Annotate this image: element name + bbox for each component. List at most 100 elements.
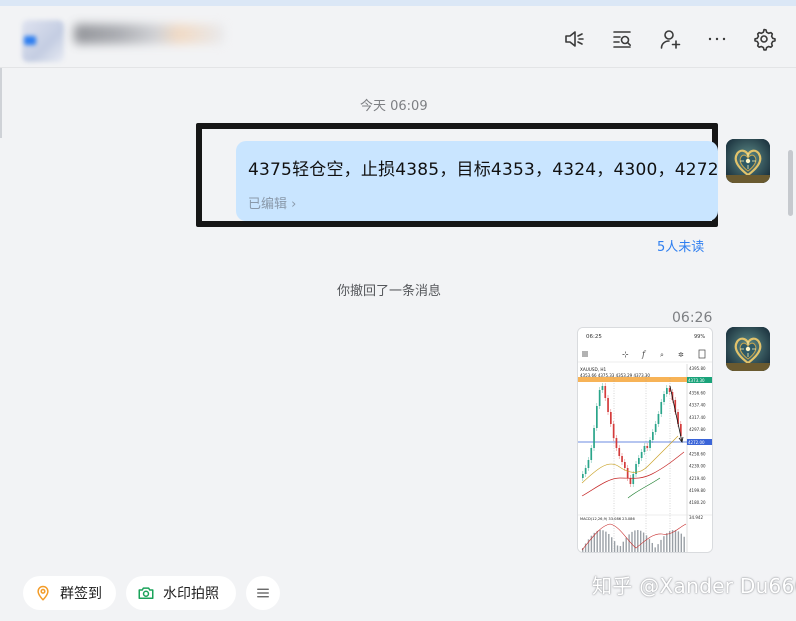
macd-bar bbox=[608, 533, 610, 552]
group-checkin-button[interactable]: 群签到 bbox=[23, 576, 116, 610]
price-axis-label: 4337.40 bbox=[689, 403, 706, 408]
candle-body bbox=[584, 468, 587, 474]
macd-bar bbox=[645, 535, 648, 552]
group-name[interactable] bbox=[74, 24, 224, 44]
macd-bar bbox=[657, 544, 659, 552]
candle-body bbox=[660, 402, 663, 414]
chat-scrollbar[interactable] bbox=[788, 150, 793, 216]
message-bubble[interactable]: 4375轻仓空，止损4385，目标4353，4324，4300，4272 已编辑… bbox=[236, 141, 719, 221]
macd-bar bbox=[596, 530, 598, 552]
price-axis-label: 4395.80 bbox=[689, 366, 706, 371]
more-icon[interactable] bbox=[704, 26, 730, 52]
chat-header bbox=[0, 6, 796, 68]
watermark-photo-label: 水印拍照 bbox=[163, 586, 219, 602]
svg-text:⊹: ⊹ bbox=[622, 350, 629, 359]
status-time: 06:25 bbox=[586, 334, 602, 340]
macd-bar bbox=[666, 533, 668, 552]
macd-bar bbox=[628, 534, 630, 552]
price-axis-label: 4356.60 bbox=[689, 390, 706, 395]
edited-indicator[interactable]: 已编辑 › bbox=[248, 193, 296, 212]
current-price-tag: 4373.30 bbox=[688, 378, 705, 383]
candle-body bbox=[610, 412, 612, 424]
price-axis-label: 4239.00 bbox=[689, 464, 706, 469]
macd-bar bbox=[602, 530, 604, 552]
chart-symbol: XAUUSD, H1 bbox=[580, 367, 607, 372]
price-axis-label: 4297.80 bbox=[689, 427, 706, 432]
last-price-tag: 4272.00 bbox=[688, 440, 705, 445]
group-checkin-label: 群签到 bbox=[60, 586, 102, 602]
macd-bar bbox=[611, 537, 613, 552]
macd-bar bbox=[616, 545, 619, 552]
candle-body bbox=[652, 432, 654, 440]
macd-bar bbox=[605, 531, 607, 552]
group-avatar[interactable] bbox=[22, 20, 64, 62]
read-status[interactable]: 5人未读 bbox=[657, 236, 704, 255]
speaker-icon[interactable] bbox=[561, 26, 587, 52]
macd-bar bbox=[683, 536, 685, 552]
macd-bar bbox=[677, 531, 680, 552]
left-edge-bar bbox=[0, 68, 2, 138]
timestamp-2: 06:26 bbox=[672, 310, 713, 326]
macd-bar bbox=[631, 531, 633, 552]
add-member-icon[interactable] bbox=[657, 26, 683, 52]
settings-icon[interactable] bbox=[751, 26, 777, 52]
candle-body bbox=[593, 428, 595, 448]
candle-body bbox=[590, 448, 593, 460]
macd-bar bbox=[680, 533, 682, 552]
watermark-photo-button[interactable]: 水印拍照 bbox=[126, 576, 236, 610]
candle-body bbox=[621, 456, 623, 462]
macd-bar bbox=[654, 547, 656, 552]
self-avatar[interactable] bbox=[726, 139, 770, 183]
candle-body bbox=[615, 438, 618, 448]
price-axis-label: 4219.40 bbox=[689, 476, 706, 481]
image-message[interactable]: 06:25 99% ⊹ f ⌕ ✲ XAUUSD, H1 4353.66 437… bbox=[577, 327, 713, 553]
timestamp-1: 今天 06:09 bbox=[360, 99, 428, 114]
macd-bar bbox=[613, 541, 616, 552]
svg-text:✲: ✲ bbox=[678, 351, 684, 359]
macd-bar bbox=[674, 530, 677, 552]
candle-body bbox=[629, 478, 632, 484]
candle-body bbox=[632, 474, 635, 484]
candle-body bbox=[663, 394, 665, 402]
camera-icon bbox=[137, 584, 155, 602]
candle-body bbox=[607, 398, 609, 412]
candle-body bbox=[626, 468, 629, 478]
search-history-icon[interactable] bbox=[609, 26, 635, 52]
more-actions-button[interactable] bbox=[246, 576, 280, 610]
candle-body bbox=[643, 446, 646, 452]
macd-bar bbox=[625, 537, 627, 552]
macd-bar bbox=[669, 531, 671, 552]
price-axis-label: 4180.20 bbox=[689, 500, 706, 505]
macd-label: MACD(12,26,9) 33.086 23.086 bbox=[580, 517, 635, 521]
macd-value: 34.942 bbox=[689, 515, 703, 520]
macd-bar bbox=[637, 530, 639, 552]
chevron-right-icon: › bbox=[291, 197, 297, 212]
highlighted-message-frame: 4375轻仓空，止损4385，目标4353，4324，4300，4272 已编辑… bbox=[196, 123, 719, 227]
macd-bar bbox=[619, 546, 622, 552]
macd-bar bbox=[634, 530, 636, 552]
macd-bar bbox=[660, 539, 662, 552]
battery-level: 99% bbox=[694, 334, 705, 340]
price-axis-label: 4258.60 bbox=[689, 451, 706, 456]
candle-body bbox=[612, 424, 615, 438]
candle-body bbox=[582, 474, 584, 478]
watermark-text: 知乎 @Xander Du666 bbox=[592, 574, 796, 598]
candle-body bbox=[649, 440, 651, 448]
svg-text:⌕: ⌕ bbox=[660, 351, 664, 359]
candle-body bbox=[638, 458, 640, 464]
candle-body bbox=[640, 452, 643, 458]
self-avatar[interactable] bbox=[726, 327, 770, 371]
candle-body bbox=[604, 386, 607, 398]
candle-body bbox=[601, 386, 604, 390]
macd-bar bbox=[651, 542, 653, 552]
price-axis-label: 4317.40 bbox=[689, 415, 706, 420]
recall-notice: 你撤回了一条消息 bbox=[337, 284, 442, 299]
macd-bar bbox=[663, 536, 665, 552]
candle-body bbox=[654, 424, 657, 432]
price-axis-label: 4199.80 bbox=[689, 488, 706, 493]
menu-icon bbox=[254, 584, 272, 602]
candle-body bbox=[587, 460, 590, 468]
candle-body bbox=[624, 462, 626, 468]
macd-bar bbox=[622, 541, 624, 552]
candle-body bbox=[598, 390, 601, 406]
